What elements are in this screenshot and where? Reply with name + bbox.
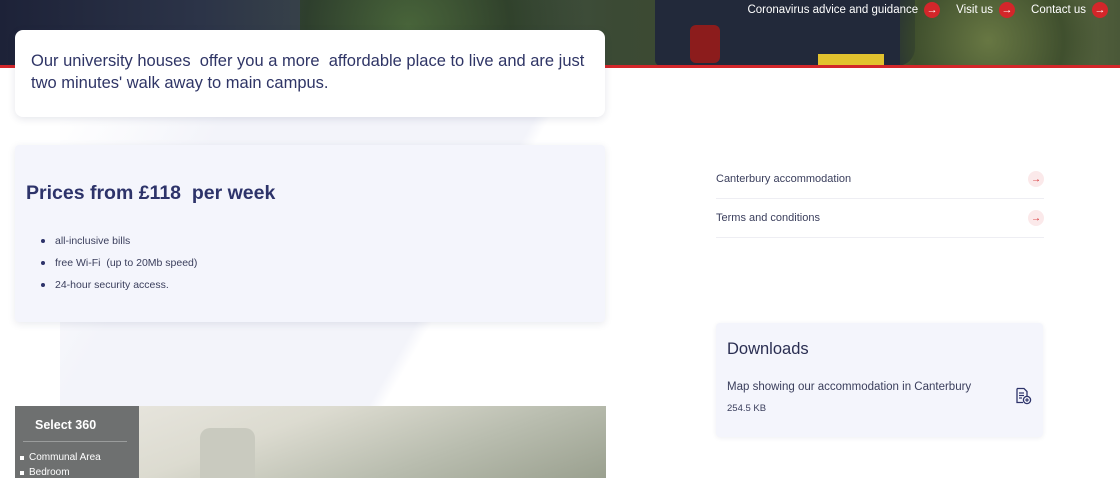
intro-card: Our university houses offer you a more a… — [15, 30, 605, 117]
feature-label: all-inclusive bills — [55, 235, 131, 247]
arrow-right-icon: → — [1028, 210, 1044, 226]
download-map-link[interactable]: Map showing our accommodation in Canterb… — [727, 381, 1032, 414]
intro-text: Our university houses offer you a more a… — [31, 52, 589, 92]
list-item: all-inclusive bills — [26, 230, 594, 252]
arrow-right-icon: → — [999, 2, 1016, 18]
bullet-icon — [41, 239, 45, 243]
link-label: Terms and conditions — [716, 212, 820, 224]
nav-link-contact-us[interactable]: Contact us → — [1031, 2, 1108, 18]
divider — [23, 441, 127, 442]
price-heading: Prices from £118 per week — [26, 182, 276, 204]
arrow-right-icon: → — [1028, 171, 1044, 187]
file-name: Map showing our accommodation in Canterb… — [727, 381, 972, 393]
downloads-title: Downloads — [727, 340, 809, 358]
virtual-tour-360[interactable]: Select 360 Communal Area Bedroom — [15, 406, 606, 478]
tour-item-communal-area[interactable]: Communal Area — [15, 450, 139, 465]
arrow-right-icon: → — [924, 2, 941, 18]
tour-item-label: Communal Area — [29, 452, 101, 463]
file-size: 254.5 KB — [727, 403, 767, 414]
arrow-right-icon: → — [1092, 2, 1108, 18]
feature-label: 24-hour security access. — [55, 279, 169, 291]
downloads-card: Downloads Map showing our accommodation … — [716, 323, 1043, 437]
nav-link-label: Coronavirus advice and guidance — [747, 4, 919, 16]
tour-menu: Select 360 Communal Area Bedroom — [15, 406, 139, 478]
tour-menu-title: Select 360 — [35, 418, 97, 432]
top-nav: Coronavirus advice and guidance → Visit … — [747, 0, 1108, 20]
link-canterbury-accommodation[interactable]: Canterbury accommodation → — [716, 160, 1044, 199]
hero-van-light — [690, 25, 720, 63]
tour-item-label: Bedroom — [29, 467, 70, 478]
tour-item-bedroom[interactable]: Bedroom — [15, 465, 139, 478]
link-terms-and-conditions[interactable]: Terms and conditions → — [716, 199, 1044, 238]
feature-label: free Wi-Fi (up to 20Mb speed) — [55, 257, 198, 269]
bullet-icon — [41, 283, 45, 287]
document-download-icon — [1014, 387, 1032, 410]
related-links: Canterbury accommodation → Terms and con… — [716, 160, 1044, 238]
nav-link-coronavirus[interactable]: Coronavirus advice and guidance → — [747, 2, 941, 18]
price-card: Prices from £118 per week all-inclusive … — [15, 145, 605, 322]
nav-link-label: Contact us — [1031, 4, 1086, 16]
feature-list: all-inclusive bills free Wi-Fi (up to 20… — [26, 230, 594, 296]
list-item: free Wi-Fi (up to 20Mb speed) — [26, 252, 594, 274]
bullet-icon — [20, 455, 24, 460]
nav-link-label: Visit us — [956, 4, 994, 16]
list-item: 24-hour security access. — [26, 274, 594, 296]
link-label: Canterbury accommodation — [716, 173, 852, 185]
nav-link-visit-us[interactable]: Visit us → — [956, 2, 1016, 18]
bullet-icon — [41, 261, 45, 265]
bullet-icon — [20, 470, 24, 475]
room-door — [200, 428, 255, 478]
